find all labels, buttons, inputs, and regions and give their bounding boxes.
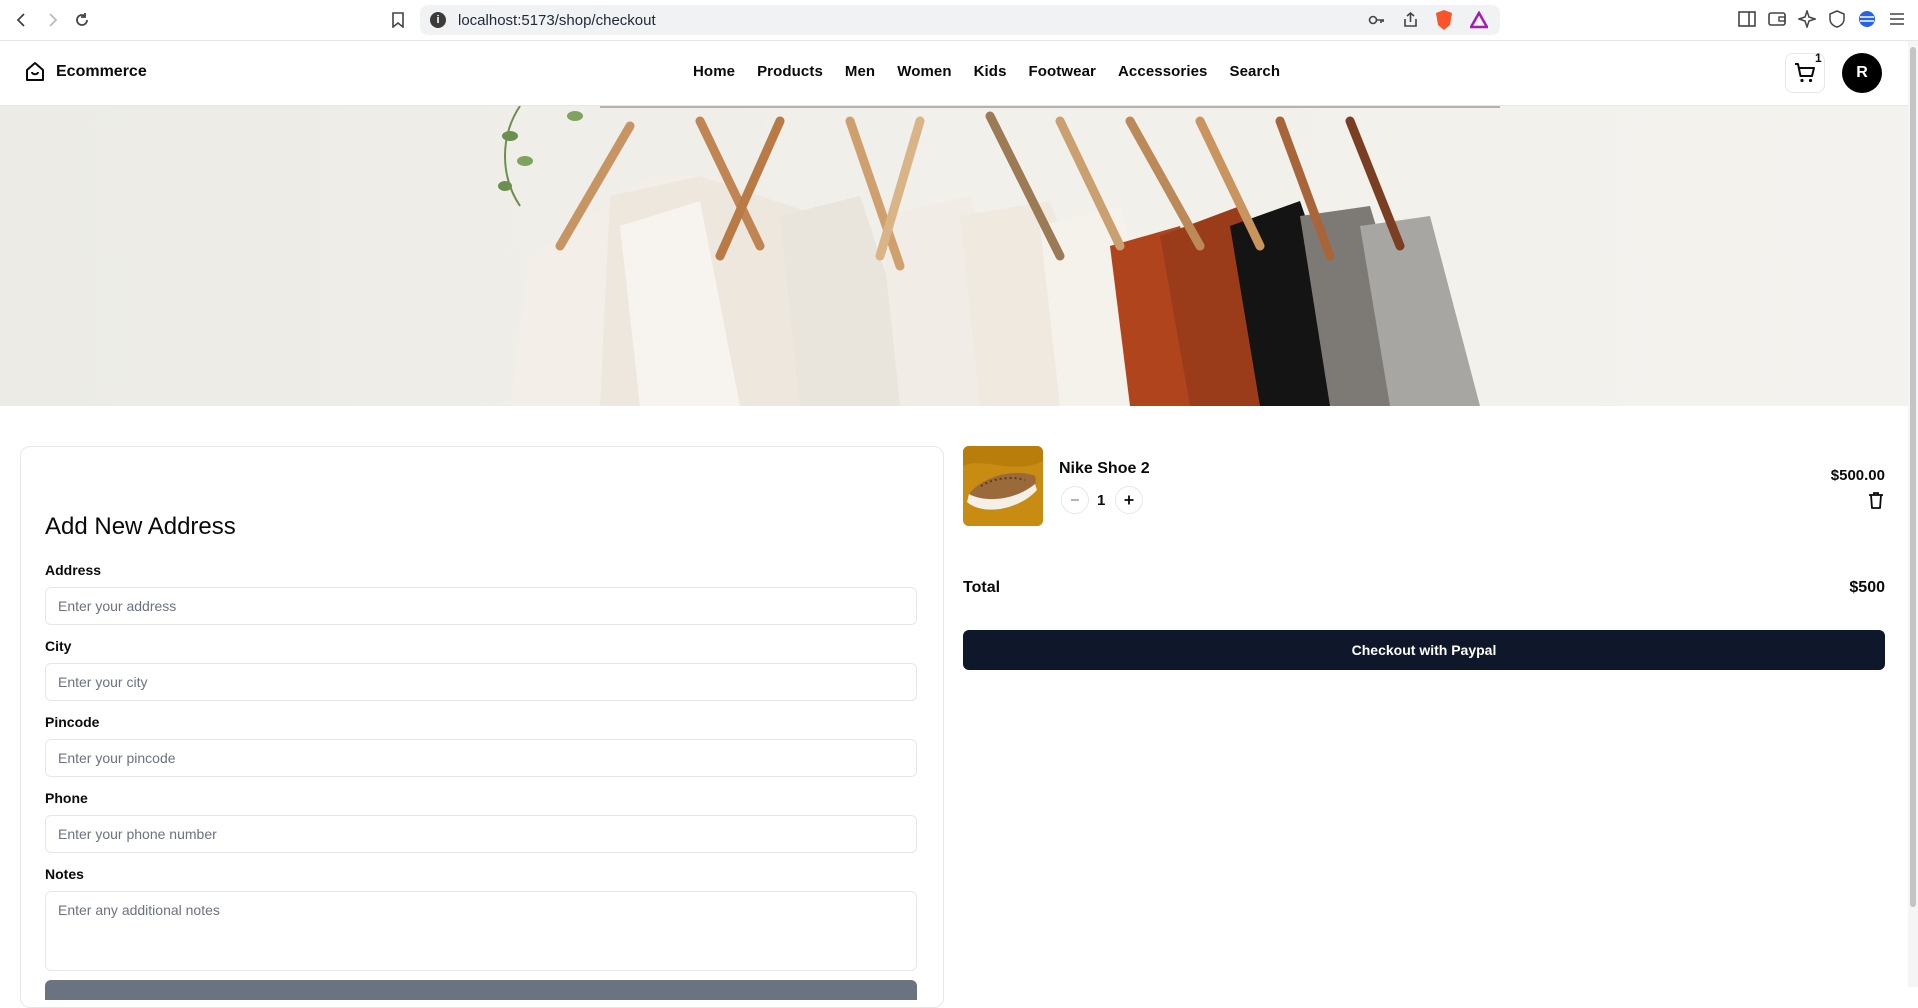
address-input[interactable] [45,587,917,625]
increase-quantity-button[interactable] [1115,486,1143,514]
address-form-title: Add New Address [45,513,236,540]
share-icon[interactable] [1402,11,1420,34]
plus-icon [1124,495,1134,505]
page-scrollbar[interactable] [1908,41,1918,987]
address-label: Address [45,562,102,578]
total-label: Total [963,579,1001,596]
brand-logo[interactable]: Ecommerce [24,61,147,83]
nav-search[interactable]: Search [1230,63,1281,80]
nav-kids[interactable]: Kids [974,63,1007,80]
pincode-label: Pincode [45,714,100,730]
cart-item-title: Nike Shoe 2 [1059,460,1150,477]
nav-home[interactable]: Home [693,63,735,80]
globe-icon[interactable] [1856,8,1878,30]
nav-products[interactable]: Products [757,63,823,80]
notes-label: Notes [45,866,84,882]
nav-men[interactable]: Men [845,63,875,80]
phone-input[interactable] [45,815,917,853]
scrollbar-thumb[interactable] [1910,47,1916,907]
cart-count-badge: 1 [1815,51,1822,65]
decrease-quantity-button[interactable] [1061,486,1089,514]
main-nav: Home Products Men Women Kids Footwear Ac… [693,63,1280,80]
cart-item-price: $500.00 [1830,467,1885,484]
city-input[interactable] [45,663,917,701]
key-icon[interactable] [1368,11,1386,34]
site-info-icon[interactable]: i [430,12,446,28]
forward-icon[interactable] [40,8,64,32]
checkout-paypal-button[interactable]: Checkout with Paypal [963,630,1885,670]
nav-accessories[interactable]: Accessories [1118,63,1208,80]
vpn-shield-icon[interactable] [1826,8,1848,30]
reload-icon[interactable] [70,8,94,32]
user-avatar[interactable]: R [1842,53,1882,93]
submit-button[interactable] [45,980,917,1000]
leo-ai-icon[interactable] [1796,8,1818,30]
cart-item-quantity: 1 [1097,492,1106,509]
brand-name: Ecommerce [56,63,147,80]
browser-toolbar: i localhost:5173/shop/checkout [0,0,1918,41]
wallet-icon[interactable] [1766,8,1788,30]
nav-footwear[interactable]: Footwear [1029,63,1096,80]
bookmark-icon[interactable] [386,8,410,32]
address-bar[interactable]: i localhost:5173/shop/checkout [420,5,1500,35]
city-label: City [45,638,72,654]
url-text: localhost:5173/shop/checkout [458,12,656,29]
brave-shield-icon[interactable] [1434,9,1454,36]
back-icon[interactable] [10,8,34,32]
trash-icon[interactable] [1866,490,1886,510]
store-icon [26,62,44,81]
total-value: $500 [1849,579,1885,596]
sidebar-icon[interactable] [1736,8,1758,30]
rewards-icon[interactable] [1468,10,1490,34]
phone-label: Phone [45,790,88,806]
address-form-card: Add New Address Address City Pincode Pho… [20,446,944,1008]
minus-icon [1071,499,1079,501]
menu-icon[interactable] [1886,8,1908,30]
product-thumbnail [963,446,1043,526]
notes-textarea[interactable] [45,891,917,971]
shopping-cart-icon [1795,63,1815,83]
pincode-input[interactable] [45,739,917,777]
nav-women[interactable]: Women [897,63,951,80]
site-header: Ecommerce Home Products Men Women Kids F… [0,41,1908,106]
hero-banner-image [0,106,1908,406]
